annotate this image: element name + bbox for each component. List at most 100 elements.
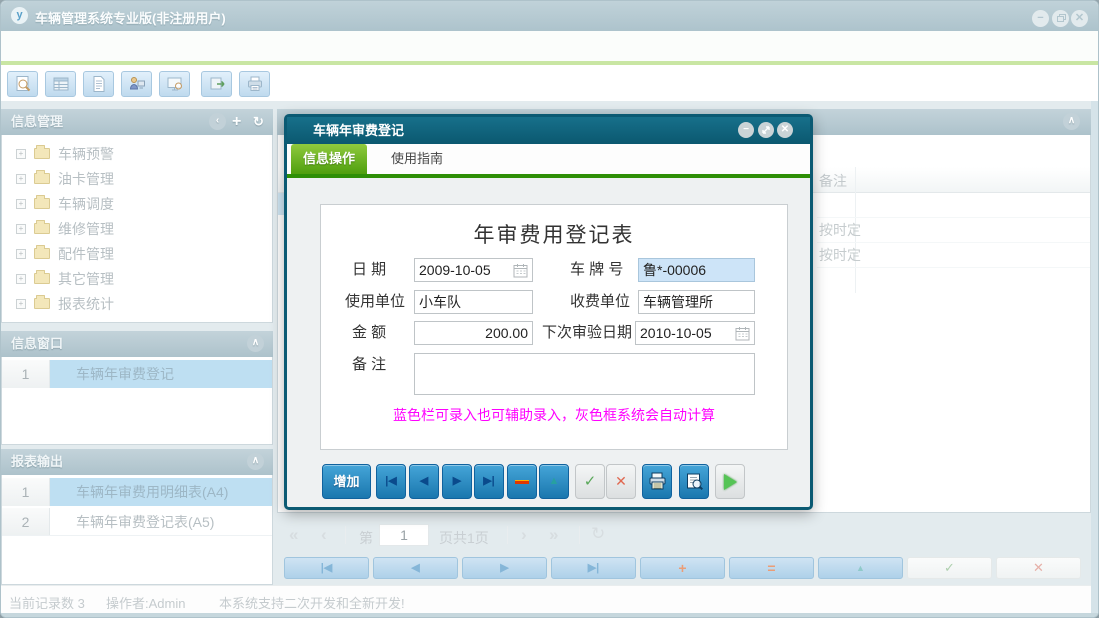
row-label: 车辆年审费用明细表(A4) — [50, 478, 272, 506]
charge-unit-input[interactable] — [638, 290, 755, 314]
remark-textarea[interactable] — [414, 353, 755, 395]
export-button[interactable] — [201, 71, 232, 97]
prev-page-button[interactable]: ‹ — [321, 525, 327, 545]
tree-item-reports[interactable]: +报表统计 — [2, 291, 272, 316]
grid-row[interactable]: 按时定 — [817, 218, 1090, 243]
divider — [579, 526, 580, 544]
list-item[interactable]: 1 车辆年审费登记 — [2, 360, 272, 388]
first-icon: |◀ — [385, 465, 397, 498]
printer-icon — [246, 75, 264, 93]
dialog-title: 车辆年审费登记 — [313, 123, 404, 138]
tree-item-maintenance[interactable]: + 维修管理 — [2, 216, 272, 241]
tree-label: 油卡管理 — [58, 169, 114, 189]
last-page-button[interactable]: » — [549, 525, 558, 545]
first-icon: |◀ — [321, 558, 333, 578]
list-item[interactable]: 2 车辆年审费登记表(A5) — [2, 508, 272, 536]
print-button[interactable] — [239, 71, 270, 97]
user-manager-button[interactable] — [121, 71, 152, 97]
print-record-button[interactable] — [642, 464, 672, 499]
tree-item-vehicle-alert[interactable]: +车辆预警 — [2, 141, 272, 166]
dialog-tab-info-ops[interactable]: 信息操作 — [291, 144, 367, 174]
next-page-button[interactable]: › — [521, 525, 527, 545]
grid-cancel-button[interactable]: ✕ — [996, 557, 1081, 579]
refresh-icon[interactable]: ↻ — [253, 112, 264, 132]
document-button[interactable] — [83, 71, 114, 97]
expand-icon[interactable]: + — [16, 149, 26, 159]
tree-item-dispatch[interactable]: +车辆调度 — [2, 191, 272, 216]
add-icon[interactable]: + — [232, 112, 241, 132]
grid-next-button[interactable]: ▶ — [462, 557, 547, 579]
last-icon: ▶| — [588, 558, 600, 578]
tree-item-other[interactable]: +其它管理 — [2, 266, 272, 291]
edit-record-button[interactable]: ▲ — [539, 464, 569, 499]
grid-row[interactable]: 按时定 — [817, 243, 1090, 268]
window-preview-button[interactable] — [159, 71, 190, 97]
x-icon: ✕ — [1033, 560, 1044, 575]
main-tab-bar: 系统导航 信息操作 使用指南 关于 — [1, 31, 1098, 61]
last-record-button[interactable]: ▶| — [474, 464, 504, 499]
panel-title: 信息管理 — [11, 114, 63, 129]
refresh-page-button[interactable]: ↻ — [591, 524, 605, 544]
monitor-search-icon — [166, 75, 184, 93]
calendar-icon[interactable] — [735, 326, 750, 341]
next-icon: ▶ — [453, 465, 461, 498]
charge-unit-label: 收费单位 — [570, 290, 630, 314]
grid-add-button[interactable]: + — [640, 557, 725, 579]
next-icon: ▶ — [500, 558, 508, 578]
tree-label: 维修管理 — [58, 219, 114, 239]
data-grid-button[interactable] — [45, 71, 76, 97]
use-unit-input[interactable] — [414, 290, 533, 314]
expand-icon[interactable]: + — [16, 224, 26, 234]
tree-item-fuel-card[interactable]: + 油卡管理 — [2, 166, 272, 191]
grid-last-button[interactable]: ▶| — [551, 557, 636, 579]
column-header-remark: 备注 — [819, 171, 847, 191]
first-record-button[interactable]: |◀ — [376, 464, 406, 499]
collapse-left-icon[interactable]: ‹ — [209, 113, 226, 130]
preview-record-button[interactable] — [679, 464, 709, 499]
operator-label: 操作者:Admin — [106, 593, 185, 612]
application-window: y 车辆管理系统专业版(非注册用户) − ✕ 系统导航 信息操作 使用指南 关于 — [0, 0, 1099, 618]
search-view-button[interactable] — [7, 71, 38, 97]
dialog-tab-guide[interactable]: 使用指南 — [379, 144, 455, 174]
grid-row[interactable] — [817, 193, 1090, 218]
confirm-button[interactable]: ✓ — [575, 464, 605, 499]
expand-icon[interactable]: + — [16, 299, 26, 309]
next-record-button[interactable]: ▶ — [442, 464, 472, 499]
expand-icon[interactable]: + — [16, 274, 26, 284]
dialog-titlebar: 车辆年审费登记 — [287, 117, 810, 144]
plate-input[interactable] — [638, 258, 755, 282]
expand-icon[interactable]: + — [16, 174, 26, 184]
dialog-maximize-button[interactable] — [758, 122, 774, 138]
prev-record-button[interactable]: ◀ — [409, 464, 439, 499]
run-button[interactable] — [715, 464, 745, 499]
first-page-button[interactable]: « — [289, 525, 298, 545]
expand-icon[interactable]: + — [16, 199, 26, 209]
page-number-input[interactable] — [379, 524, 429, 546]
minimize-window-button[interactable]: − — [1032, 10, 1049, 27]
expand-icon[interactable]: + — [16, 249, 26, 259]
minus-icon: = — [767, 560, 775, 576]
grid-edit-button[interactable]: ▲ — [818, 557, 903, 579]
cancel-button[interactable]: ✕ — [606, 464, 636, 499]
grid-confirm-button[interactable]: ✓ — [907, 557, 992, 579]
restore-window-button[interactable] — [1052, 10, 1069, 27]
close-window-button[interactable]: ✕ — [1071, 10, 1088, 27]
panel-header-info-mgmt: 信息管理 ‹ + ↻ — [1, 109, 273, 135]
dialog-minimize-button[interactable]: − — [738, 122, 754, 138]
amount-input[interactable] — [414, 321, 533, 345]
grid-first-button[interactable]: |◀ — [284, 557, 369, 579]
calendar-icon[interactable] — [513, 263, 528, 278]
use-unit-label: 使用单位 — [345, 290, 405, 314]
add-record-button[interactable]: 增加 — [322, 464, 371, 499]
grid-delete-button[interactable]: = — [729, 557, 814, 579]
dialog-close-button[interactable]: ✕ — [777, 122, 793, 138]
delete-record-button[interactable] — [507, 464, 537, 499]
panel-header-report-output: 报表输出 ∧ — [1, 449, 273, 475]
tree-item-parts[interactable]: +配件管理 — [2, 241, 272, 266]
grid-prev-button[interactable]: ◀ — [373, 557, 458, 579]
window-bottom-edge — [1, 613, 1098, 618]
collapse-up-icon[interactable]: ∧ — [247, 453, 264, 470]
collapse-up-icon[interactable]: ∧ — [247, 335, 264, 352]
collapse-up-icon[interactable]: ∧ — [1063, 113, 1080, 130]
list-item[interactable]: 1 车辆年审费用明细表(A4) — [2, 478, 272, 506]
